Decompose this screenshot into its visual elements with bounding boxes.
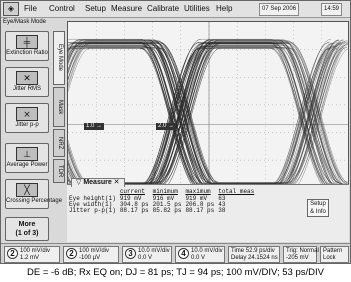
offset: -100 µV xyxy=(79,255,101,261)
button-label: Extinction Ratio xyxy=(6,50,48,56)
jitter-pp-icon: ⨯ xyxy=(16,107,38,121)
channel-4-readout[interactable]: 4 10.0 mV/div 0.0 V xyxy=(175,246,225,263)
crossing-percentage-button[interactable]: ╳ Crossing Percentage xyxy=(5,179,63,209)
average-power-button[interactable]: ⊥ Average Power xyxy=(5,143,49,173)
menu-measure[interactable]: Measure xyxy=(111,3,142,14)
cell: 88.17 ps xyxy=(185,207,215,214)
pattern-label: Pattern xyxy=(323,248,343,254)
timebase-scale: Time 52.9 ps/div xyxy=(231,248,275,254)
average-power-icon: ⊥ xyxy=(16,147,38,161)
menu-setup[interactable]: Setup xyxy=(85,3,106,14)
more-button[interactable]: More (1 of 3) xyxy=(5,217,49,241)
extinction-ratio-button[interactable]: ╪ Extinction Ratio xyxy=(5,31,49,61)
time-display: 14:59 xyxy=(321,3,343,16)
button-label: Average Power xyxy=(6,162,48,168)
jitter-pp-button[interactable]: ⨯ Jitter p-p xyxy=(5,103,49,133)
channel-1-readout[interactable]: 2 100 mV/div 1.2 mV xyxy=(4,246,60,263)
figure-caption: DE = -6 dB; Rx EQ on; DJ = 81 ps; TJ = 9… xyxy=(26,267,324,278)
table-row[interactable]: Jitter p-p(1) 88.17 ps 85.82 ps 88.17 ps… xyxy=(69,208,258,214)
jitter-rms-button[interactable]: ✕ Jitter RMS xyxy=(5,67,49,97)
button-label: Jitter RMS xyxy=(12,86,41,92)
right-marker[interactable]: 2.0 → xyxy=(156,123,177,130)
menu-bar: ◈ File Control Setup Measure Calibrate U… xyxy=(1,1,350,18)
channel-bar: 2 100 mV/div 1.2 mV 2 100 mV/div -100 µV 3 10… xyxy=(1,243,350,263)
measure-tab[interactable]: ▽ Measure ✕ xyxy=(71,178,125,187)
tab-tdr[interactable]: TDR xyxy=(53,159,65,183)
scale: 10.0 mV/div xyxy=(191,248,223,254)
crossing-percentage-icon: ╳ xyxy=(16,183,38,197)
channel-number: 2 xyxy=(66,248,77,259)
more-page: (1 of 3) xyxy=(15,230,39,237)
measure-panel: ▽ Measure ✕ current minimum maximum tota… xyxy=(67,178,349,242)
scope-window: ◈ File Control Setup Measure Calibrate U… xyxy=(0,0,351,264)
measure-title: Measure xyxy=(83,179,112,186)
tab-nrz[interactable]: NRZ xyxy=(53,129,65,157)
menu-control[interactable]: Control xyxy=(49,3,75,14)
channel-number: 4 xyxy=(178,248,189,259)
eye-trace xyxy=(68,47,348,184)
offset: 0.0 V xyxy=(191,255,206,261)
row-label: Jitter p-p(1) xyxy=(69,207,116,214)
extinction-ratio-icon: ╪ xyxy=(16,35,38,49)
timebase-delay: Delay 24.1524 ns xyxy=(231,255,278,261)
eye-traces xyxy=(68,38,348,193)
button-label: Jitter p-p xyxy=(15,122,39,128)
pattern-lock-button[interactable]: Pattern Lock xyxy=(320,246,349,263)
jitter-rms-icon: ✕ xyxy=(16,71,38,85)
setup-info-button[interactable]: Setup & Info xyxy=(307,199,329,217)
menu-calibrate[interactable]: Calibrate xyxy=(147,3,179,14)
offset: 1.2 mV xyxy=(20,255,40,261)
trigger-readout[interactable]: Trig: Normal -205 mV xyxy=(283,246,319,263)
left-marker[interactable]: 1.0 → xyxy=(84,123,105,130)
trigger-level: -205 mV xyxy=(286,255,309,261)
scale: 10.0 mV/div xyxy=(138,248,170,254)
channel-number: 2 xyxy=(7,248,18,259)
timebase-readout[interactable]: Time 52.9 ps/div Delay 24.1524 ns xyxy=(228,246,280,263)
channel-2-readout[interactable]: 2 100 mV/div -100 µV xyxy=(63,246,119,263)
cell: 38 xyxy=(218,207,226,214)
mode-label: Eye/Mask Mode xyxy=(3,19,47,25)
more-label: More xyxy=(18,221,36,228)
cell: 85.82 ps xyxy=(152,207,182,214)
tab-mask[interactable]: Mask xyxy=(53,87,65,127)
menu-utilities[interactable]: Utilities xyxy=(184,3,210,14)
measure-table: current minimum maximum total meas Eye h… xyxy=(69,189,258,214)
menu-file[interactable]: File xyxy=(24,3,37,14)
date-display: 07 Sep 2006 xyxy=(259,3,300,16)
cell: 88.17 ps xyxy=(119,207,149,214)
eye-trace xyxy=(68,43,348,185)
button-label: Crossing Percentage xyxy=(6,198,63,204)
scale: 100 mV/div xyxy=(79,248,110,254)
scope-logo-icon[interactable]: ◈ xyxy=(3,2,19,16)
tab-eye-mode[interactable]: Eye Mode xyxy=(53,31,65,85)
scale: 100 mV/div xyxy=(20,248,51,254)
eye-trace xyxy=(68,41,348,187)
channel-number: 3 xyxy=(125,248,136,259)
lock-label: Lock xyxy=(323,255,336,261)
offset: 0.0 V xyxy=(138,255,153,261)
trigger-mode: Trig: Normal xyxy=(286,248,319,254)
channel-3-readout[interactable]: 3 10.0 mV/div 0.0 V xyxy=(122,246,172,263)
menu-help[interactable]: Help xyxy=(216,3,232,14)
